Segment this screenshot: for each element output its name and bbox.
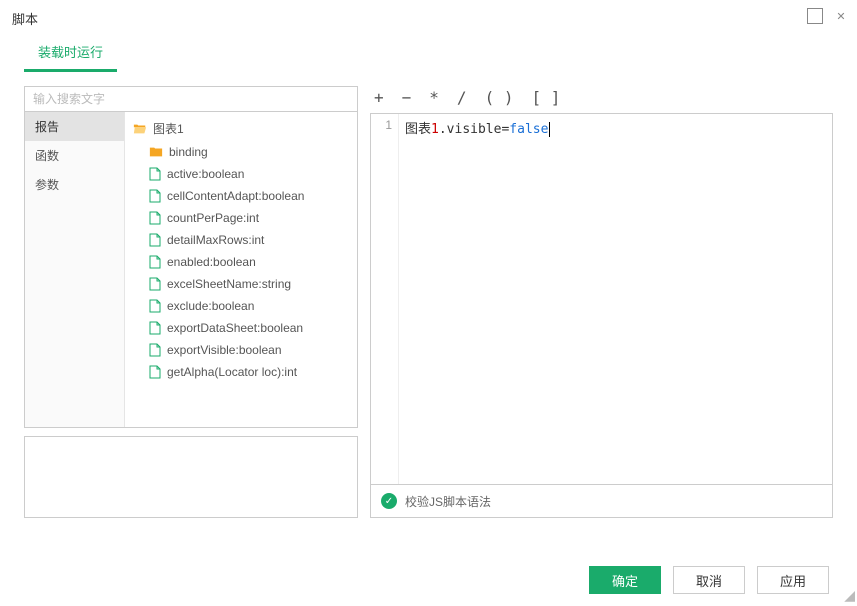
tree-item-label: cellContentAdapt:boolean xyxy=(167,189,304,203)
close-icon[interactable] xyxy=(833,8,849,24)
tree-item-label: binding xyxy=(169,145,208,159)
text-cursor xyxy=(549,122,550,137)
toolbar-slash[interactable]: / xyxy=(457,88,467,107)
search-input[interactable] xyxy=(25,87,357,111)
window-controls xyxy=(807,8,849,24)
validate-bar[interactable]: ✓ 校验JS脚本语法 xyxy=(370,484,833,518)
tabs: 装载时运行 xyxy=(0,36,857,72)
code-token: 1 xyxy=(431,122,439,137)
tree-item[interactable]: exportDataSheet:boolean xyxy=(125,317,357,339)
line-number: 1 xyxy=(371,118,392,132)
file-icon xyxy=(149,255,161,269)
tree-item[interactable]: cellContentAdapt:boolean xyxy=(125,185,357,207)
tree-item-label: detailMaxRows:int xyxy=(167,233,264,247)
tree-item-label: countPerPage:int xyxy=(167,211,259,225)
footer: 确定 取消 应用 xyxy=(0,554,857,606)
search-input-wrap xyxy=(24,86,358,112)
tree-item-label: excelSheetName:string xyxy=(167,277,291,291)
folder-closed-icon xyxy=(149,145,163,159)
cancel-button[interactable]: 取消 xyxy=(673,566,745,594)
toolbar-star[interactable]: * xyxy=(429,88,439,107)
tree-column[interactable]: 图表1 binding active:boolean cellContentAd… xyxy=(125,112,357,427)
info-panel xyxy=(24,436,358,518)
code-token: .visible= xyxy=(439,122,509,137)
tree-item[interactable]: excelSheetName:string xyxy=(125,273,357,295)
file-icon xyxy=(149,343,161,357)
category-column: 报告 函数 参数 xyxy=(25,112,125,427)
file-icon xyxy=(149,299,161,313)
right-panel: + − * / ( ) [ ] 1 图表1.visible=false ✓ 校验… xyxy=(370,86,833,518)
tree-item-label: exportDataSheet:boolean xyxy=(167,321,303,335)
tree-item[interactable]: countPerPage:int xyxy=(125,207,357,229)
tree-item[interactable]: detailMaxRows:int xyxy=(125,229,357,251)
validate-text: 校验JS脚本语法 xyxy=(405,493,491,510)
file-icon xyxy=(149,167,161,181)
category-function[interactable]: 函数 xyxy=(25,141,124,170)
window-title: 脚本 xyxy=(12,9,38,28)
file-icon xyxy=(149,211,161,225)
left-panel: 报告 函数 参数 图表1 binding active:boolean xyxy=(24,86,358,518)
gutter: 1 xyxy=(371,114,399,484)
folder-open-icon xyxy=(133,122,147,136)
editor-toolbar: + − * / ( ) [ ] xyxy=(370,86,833,113)
file-icon xyxy=(149,365,161,379)
titlebar: 脚本 xyxy=(0,0,857,36)
tree-root-label: 图表1 xyxy=(153,120,184,137)
toolbar-paren[interactable]: ( ) xyxy=(485,88,514,107)
maximize-icon[interactable] xyxy=(807,8,823,24)
ok-button[interactable]: 确定 xyxy=(589,566,661,594)
tree-item-label: active:boolean xyxy=(167,167,244,181)
check-circle-icon: ✓ xyxy=(381,493,397,509)
tree-item[interactable]: getAlpha(Locator loc):int xyxy=(125,361,357,383)
category-param[interactable]: 参数 xyxy=(25,170,124,199)
category-report[interactable]: 报告 xyxy=(25,112,124,141)
tree-item-label: enabled:boolean xyxy=(167,255,256,269)
toolbar-minus[interactable]: − xyxy=(402,88,412,107)
code-editor[interactable]: 1 图表1.visible=false xyxy=(370,113,833,485)
tree-item-label: exclude:boolean xyxy=(167,299,254,313)
tree-root[interactable]: 图表1 xyxy=(125,116,357,141)
tree-item[interactable]: binding xyxy=(125,141,357,163)
tree-item[interactable]: active:boolean xyxy=(125,163,357,185)
main: 报告 函数 参数 图表1 binding active:boolean xyxy=(0,72,857,518)
toolbar-bracket[interactable]: [ ] xyxy=(531,88,560,107)
tree-item-label: exportVisible:boolean xyxy=(167,343,282,357)
file-icon xyxy=(149,233,161,247)
file-icon xyxy=(149,189,161,203)
code-area[interactable]: 图表1.visible=false xyxy=(399,114,832,484)
toolbar-plus[interactable]: + xyxy=(374,88,384,107)
tree-item[interactable]: enabled:boolean xyxy=(125,251,357,273)
file-icon xyxy=(149,277,161,291)
tree-item[interactable]: exportVisible:boolean xyxy=(125,339,357,361)
tab-onload[interactable]: 装载时运行 xyxy=(24,36,117,72)
tree-item[interactable]: exclude:boolean xyxy=(125,295,357,317)
apply-button[interactable]: 应用 xyxy=(757,566,829,594)
code-token: 图表 xyxy=(405,122,431,137)
tree-wrap: 报告 函数 参数 图表1 binding active:boolean xyxy=(24,112,358,428)
code-token: false xyxy=(509,122,548,137)
file-icon xyxy=(149,321,161,335)
tree-item-label: getAlpha(Locator loc):int xyxy=(167,365,297,379)
